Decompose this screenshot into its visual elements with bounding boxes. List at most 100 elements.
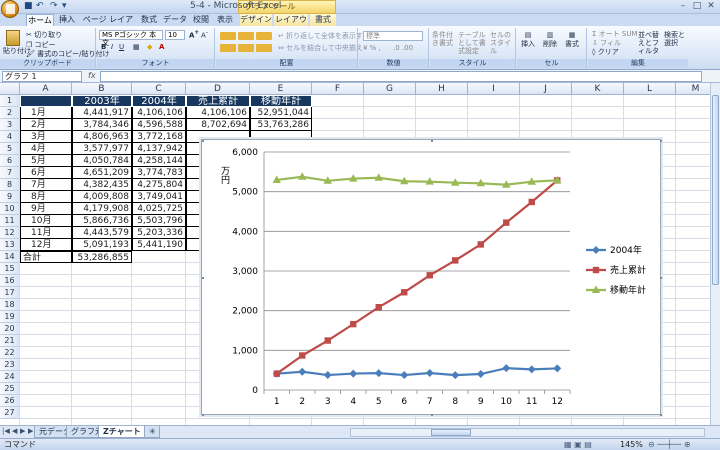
formula-input[interactable] <box>100 71 702 82</box>
borders-icon[interactable]: ▦ <box>133 43 140 51</box>
cell[interactable]: 4,443,579 <box>72 227 132 239</box>
format-cells-button[interactable]: ▦ 書式 <box>565 31 579 49</box>
function-icon[interactable]: fx <box>88 71 96 80</box>
row-header[interactable]: 21 <box>0 335 20 347</box>
x-tick-label[interactable]: 4 <box>350 397 356 407</box>
wrap-text-button[interactable]: ↵ 折り返して全体を表示する <box>278 31 370 41</box>
cell[interactable]: 53,763,286 <box>250 119 312 131</box>
y-tick-label[interactable]: 0 <box>252 386 258 396</box>
tab-page-layout[interactable]: ページ レイアウト <box>80 14 136 36</box>
cell[interactable]: 5,503,796 <box>132 215 186 227</box>
delete-cells-button[interactable]: ▥ 削除 <box>543 31 557 49</box>
redo-icon[interactable]: ↷ <box>50 1 58 11</box>
cell[interactable]: 2003年 <box>72 95 132 107</box>
align-left-icon[interactable] <box>220 44 236 52</box>
font-size-combo[interactable]: 10 <box>165 30 185 40</box>
cell[interactable]: 11月 <box>20 227 72 239</box>
cell[interactable]: 4,382,435 <box>72 179 132 191</box>
cut-button[interactable]: ✂ 切り取り <box>26 30 62 40</box>
cell[interactable]: 2月 <box>20 119 72 131</box>
sort-filter-button[interactable]: 並べ替えとフィルタ <box>638 31 662 55</box>
cell[interactable]: 4,596,588 <box>132 119 186 131</box>
italic-icon[interactable]: I <box>111 43 113 51</box>
align-center-icon[interactable] <box>238 44 254 52</box>
column-header[interactable]: G <box>364 83 416 95</box>
column-header[interactable]: D <box>186 83 250 95</box>
x-tick-label[interactable]: 7 <box>427 397 433 407</box>
new-sheet-icon[interactable]: ✳ <box>144 426 160 438</box>
cell-style-button[interactable]: セルのスタイル <box>490 31 514 55</box>
resize-handle[interactable] <box>202 277 204 279</box>
cell[interactable]: 4,106,106 <box>186 107 250 119</box>
resize-handle[interactable] <box>660 277 662 279</box>
cell[interactable]: 6月 <box>20 167 72 179</box>
x-tick-label[interactable]: 10 <box>501 397 513 407</box>
next-sheet-icon[interactable]: ▶ <box>20 427 25 435</box>
x-tick-label[interactable]: 1 <box>274 397 280 407</box>
vertical-scroll-thumb[interactable] <box>712 95 719 285</box>
y-tick-label[interactable]: 5,000 <box>232 188 258 198</box>
cell[interactable]: 4,009,808 <box>72 191 132 203</box>
resize-handle[interactable] <box>660 414 662 416</box>
cell[interactable]: 2004年 <box>132 95 186 107</box>
table-format-button[interactable]: テーブルとして書式設定 <box>458 31 488 55</box>
legend-label[interactable]: 移動年計 <box>610 284 646 296</box>
column-header[interactable]: B <box>72 83 132 95</box>
cell[interactable]: 4,806,963 <box>72 131 132 143</box>
column-header[interactable]: I <box>468 83 520 95</box>
prev-sheet-icon[interactable]: ◀ <box>12 427 17 435</box>
horizontal-scrollbar[interactable] <box>350 428 705 437</box>
shrink-font-icon[interactable]: A- <box>201 30 208 39</box>
zoom-slider[interactable]: ⊖ ──┼── ⊕ <box>648 439 691 450</box>
tab-format[interactable]: 書式 <box>310 14 336 26</box>
cell[interactable]: 1月 <box>20 107 72 119</box>
conditional-format-button[interactable]: 条件付き書式 <box>432 31 458 47</box>
align-middle-icon[interactable] <box>238 32 254 40</box>
cell[interactable]: 4,050,784 <box>72 155 132 167</box>
bold-icon[interactable]: B <box>101 43 106 51</box>
align-top-icon[interactable] <box>220 32 236 40</box>
x-tick-label[interactable]: 3 <box>325 397 331 407</box>
y-axis-label[interactable]: 万円 <box>219 166 230 185</box>
row-header[interactable]: 24 <box>0 371 20 383</box>
row-header[interactable]: 4 <box>0 131 20 143</box>
resize-handle[interactable] <box>660 140 662 142</box>
column-header[interactable]: K <box>572 83 624 95</box>
tab-design[interactable]: デザイン <box>240 14 272 26</box>
data-point[interactable] <box>375 304 382 311</box>
cell[interactable]: 53,286,855 <box>72 251 132 263</box>
data-point[interactable] <box>528 198 535 206</box>
first-sheet-icon[interactable]: |◀ <box>2 427 10 435</box>
resize-handle[interactable] <box>202 414 204 416</box>
row-header[interactable]: 15 <box>0 263 20 275</box>
qat-customize-icon[interactable]: ▾ <box>62 1 67 11</box>
legend-marker[interactable] <box>592 246 600 254</box>
row-header[interactable]: 9 <box>0 191 20 203</box>
cell[interactable]: 3,774,783 <box>132 167 186 179</box>
grow-font-icon[interactable]: A+ <box>189 30 199 39</box>
x-tick-label[interactable]: 12 <box>552 397 563 407</box>
cell[interactable]: 52,951,044 <box>250 107 312 119</box>
minimize-icon[interactable]: – <box>676 1 690 12</box>
cell[interactable]: 5,441,190 <box>132 239 186 251</box>
horizontal-scroll-thumb[interactable] <box>431 429 471 436</box>
x-tick-label[interactable]: 9 <box>478 397 484 407</box>
currency-icon[interactable]: ¥ % , <box>363 44 381 52</box>
column-header[interactable]: M <box>676 83 710 95</box>
column-header[interactable]: H <box>416 83 468 95</box>
align-right-icon[interactable] <box>256 44 272 52</box>
legend-marker[interactable] <box>592 266 600 274</box>
resize-handle[interactable] <box>202 140 204 142</box>
font-color-icon[interactable]: A <box>159 43 164 51</box>
cell[interactable]: 4,651,209 <box>72 167 132 179</box>
y-tick-label[interactable]: 1,000 <box>232 346 258 356</box>
cell[interactable]: 8,702,694 <box>186 119 250 131</box>
data-point[interactable] <box>273 370 280 377</box>
row-header[interactable]: 5 <box>0 143 20 155</box>
cell[interactable]: 3,772,168 <box>132 131 186 143</box>
insert-cells-button[interactable]: ▤ 挿入 <box>521 31 535 49</box>
row-header[interactable]: 1 <box>0 95 20 107</box>
view-buttons-icon[interactable]: ▦ ▣ ▤ <box>564 439 592 450</box>
row-header[interactable]: 8 <box>0 179 20 191</box>
cell[interactable]: 12月 <box>20 239 72 251</box>
